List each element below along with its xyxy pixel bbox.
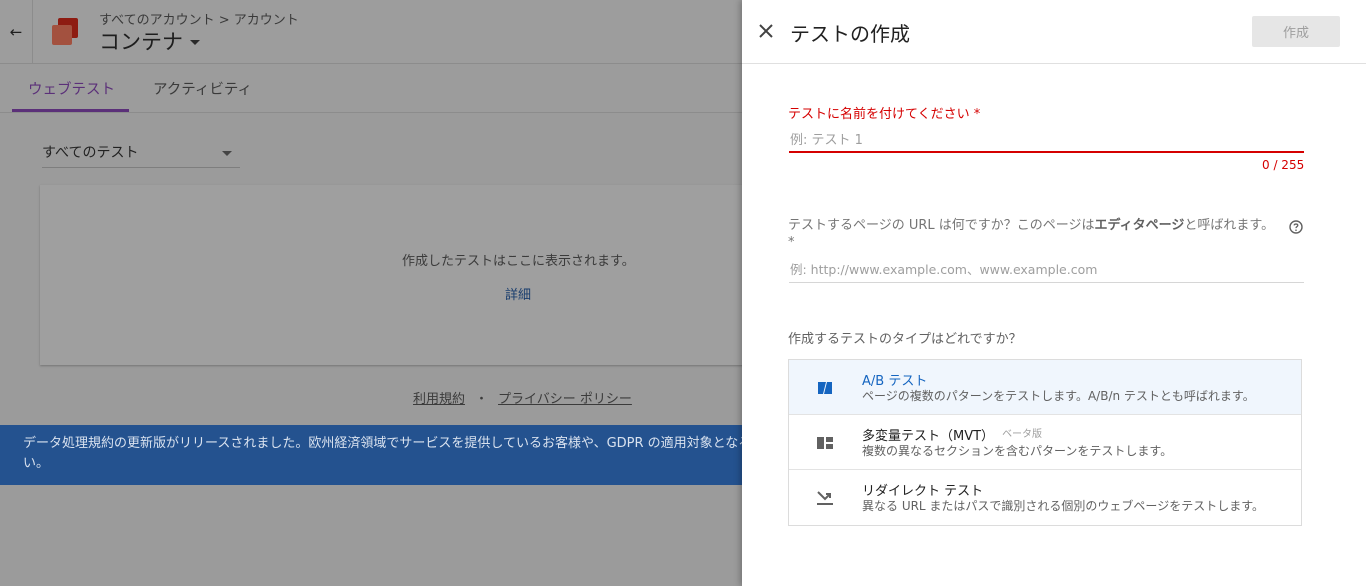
filter-selected-value: すべてのテスト [42, 145, 139, 161]
test-filter-dropdown[interactable]: すべてのテスト [42, 142, 240, 168]
test-type-question: 作成するテストのタイプはどれですか？ [788, 332, 1022, 347]
tab-web-tests[interactable]: ウェブテスト [28, 78, 115, 99]
test-name-label: テストに名前を付けてください * [788, 107, 981, 122]
test-type-description: 異なる URL またはパスで識別される個別のウェブページをテストします。 [862, 499, 1264, 513]
caret-down-icon [190, 40, 200, 45]
test-type-ab[interactable]: A/B テスト ページの複数のパターンをテストします。A/B/n テストとも呼ば… [789, 360, 1301, 415]
active-tab-indicator [12, 109, 129, 112]
url-label-text: テストするページの URL は何ですか？このページは [788, 218, 1095, 233]
test-name-underline [789, 151, 1304, 153]
caret-down-icon [222, 151, 232, 156]
container-title: コンテナ [99, 30, 183, 54]
test-name-input[interactable] [790, 128, 1304, 152]
learn-more-link[interactable]: 詳細 [505, 284, 531, 303]
test-name-char-counter: 0 / 255 [1262, 158, 1305, 172]
test-type-description: 複数の異なるセクションを含むパターンをテストします。 [862, 444, 1173, 458]
editor-page-term: エディタページ [1094, 218, 1185, 233]
arrow-left-icon: ← [9, 23, 23, 41]
required-marker: * [788, 235, 795, 250]
back-button[interactable]: ← [0, 0, 33, 64]
container-selector[interactable]: コンテナ [99, 26, 200, 56]
close-icon[interactable] [756, 21, 776, 41]
create-button[interactable]: 作成 [1252, 16, 1340, 47]
footer-separator: ・ [475, 392, 489, 407]
beta-badge: ベータ版 [1002, 429, 1043, 440]
footer-links: 利用規約・プライバシー ポリシー [413, 388, 632, 407]
redirect-arrow-icon [816, 489, 834, 507]
drawer-title: テストの作成 [790, 22, 910, 46]
drawer-header: テストの作成 作成 [742, 0, 1366, 64]
url-input-underline [789, 282, 1304, 283]
test-type-description: ページの複数のパターンをテストします。A/B/n テストとも呼ばれます。 [862, 389, 1255, 403]
privacy-link[interactable]: プライバシー ポリシー [498, 392, 632, 407]
terms-link[interactable]: 利用規約 [413, 392, 465, 407]
create-test-drawer: テストの作成 作成 テストに名前を付けてください * 0 / 255 テストする… [742, 0, 1366, 586]
tab-activity[interactable]: アクティビティ [153, 78, 252, 99]
empty-state-message: 作成したテストはここに表示されます。 [402, 254, 635, 269]
test-type-redirect[interactable]: リダイレクト テスト 異なる URL またはパスで識別される個別のウェブページを… [789, 470, 1301, 525]
url-label-suffix: と呼ばれます。 [1184, 218, 1275, 233]
ab-test-icon [816, 379, 834, 397]
help-icon[interactable] [1289, 219, 1303, 234]
editor-page-url-input[interactable] [790, 258, 1304, 280]
test-type-list: A/B テスト ページの複数のパターンをテストします。A/B/n テストとも呼ば… [788, 359, 1302, 526]
test-type-mvt[interactable]: 多変量テスト（MVT） ベータ版 複数の異なるセクションを含むパターンをテストしま… [789, 415, 1301, 470]
mvt-grid-icon [816, 434, 834, 452]
editor-page-url-label: テストするページの URL は何ですか？このページはエディタページと呼ばれます。… [788, 217, 1288, 251]
optimize-logo-icon [52, 18, 78, 46]
